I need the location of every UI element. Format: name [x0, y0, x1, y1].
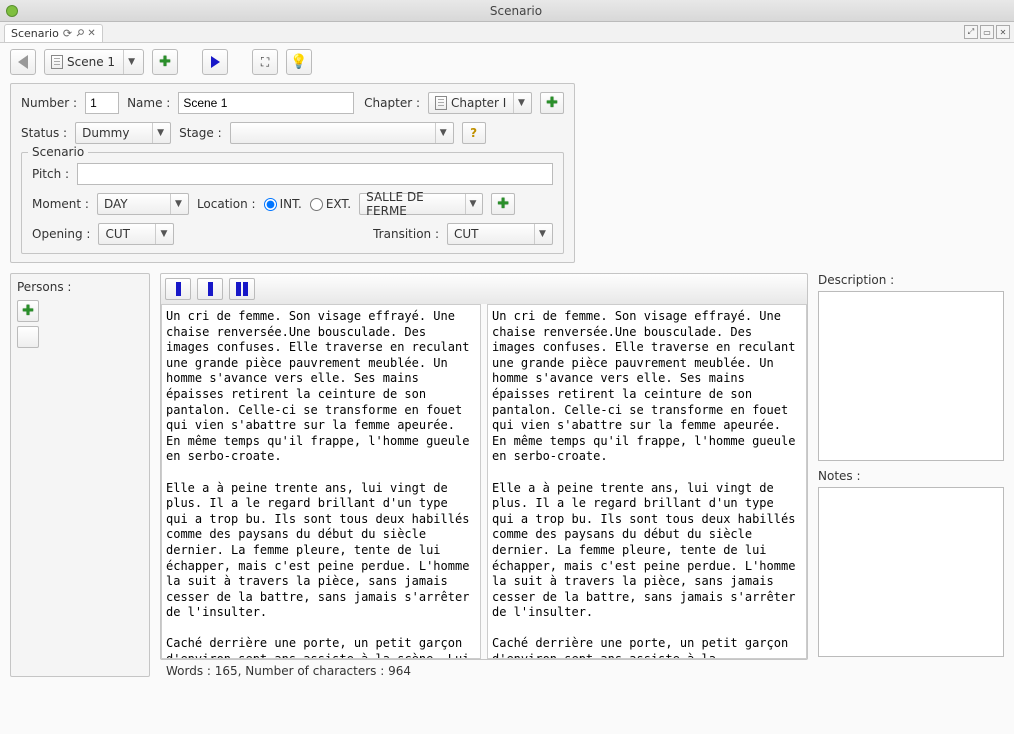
description-label: Description :: [818, 273, 1004, 287]
back-button[interactable]: [10, 49, 36, 75]
add-location-button[interactable]: ✚: [491, 193, 515, 215]
location-label: Location :: [197, 197, 256, 211]
chapter-label: Chapter :: [364, 96, 420, 110]
reload-icon[interactable]: ⟳: [63, 27, 72, 40]
scene-selector-value: Scene 1: [67, 55, 115, 69]
description-textarea[interactable]: [818, 291, 1004, 461]
main-toolbar: Scene 1 ▼ ✚ ⛶ 💡: [10, 49, 1004, 75]
fullscreen-icon: ⛶: [261, 55, 269, 70]
play-icon: [211, 56, 220, 68]
column-icon: [208, 282, 213, 296]
transition-combo[interactable]: CUT ▼: [447, 223, 553, 245]
pin-icon[interactable]: ⚲: [73, 27, 86, 40]
pitch-label: Pitch :: [32, 167, 69, 181]
editor-left-textarea[interactable]: [161, 304, 481, 659]
opening-combo[interactable]: CUT ▼: [98, 223, 174, 245]
int-label: INT.: [280, 197, 302, 211]
editor-panel: Words : 165, Number of characters : 964: [160, 273, 808, 682]
tab-bar: Scenario ⟳ ⚲ ✕ ⤢ ▭ ✕: [0, 22, 1014, 43]
close-icon[interactable]: ✕: [87, 28, 95, 39]
dropdown-icon: ▼: [155, 224, 171, 244]
document-icon: [51, 55, 63, 69]
location-combo[interactable]: SALLE DE FERME ▼: [359, 193, 483, 215]
notes-panel: Notes :: [818, 469, 1004, 657]
ext-label: EXT.: [326, 197, 351, 211]
dropdown-icon: ▼: [170, 194, 186, 214]
idea-button[interactable]: 💡: [286, 49, 312, 75]
location-int-radio[interactable]: INT.: [264, 197, 302, 211]
plus-icon: ✚: [546, 95, 558, 111]
plus-icon: ✚: [497, 196, 509, 212]
window-titlebar: Scenario: [0, 0, 1014, 22]
description-panel: Description :: [818, 273, 1004, 461]
stage-label: Stage :: [179, 126, 222, 140]
location-ext-radio[interactable]: EXT.: [310, 197, 351, 211]
chapter-combo[interactable]: Chapter I ▼: [428, 92, 532, 114]
transition-label: Transition :: [373, 227, 439, 241]
plus-icon: ✚: [159, 54, 171, 70]
document-icon: [435, 96, 447, 110]
moment-label: Moment :: [32, 197, 89, 211]
add-person-button[interactable]: ✚: [17, 300, 39, 322]
status-combo[interactable]: Dummy ▼: [75, 122, 171, 144]
transition-value: CUT: [454, 227, 479, 241]
back-arrow-icon: [18, 55, 28, 69]
column-icon: [243, 282, 248, 296]
add-chapter-button[interactable]: ✚: [540, 92, 564, 114]
opening-label: Opening :: [32, 227, 90, 241]
location-value: SALLE DE FERME: [366, 190, 465, 218]
persons-panel: Persons : ✚: [10, 273, 150, 677]
fullscreen-button[interactable]: ⛶: [252, 49, 278, 75]
window-close-button-2[interactable]: ✕: [996, 25, 1010, 39]
layout-single-button[interactable]: [165, 278, 191, 300]
window-minimize-button[interactable]: ▭: [980, 25, 994, 39]
bulb-icon: 💡: [290, 54, 307, 70]
notes-label: Notes :: [818, 469, 1004, 483]
layout-single-alt-button[interactable]: [197, 278, 223, 300]
name-label: Name :: [127, 96, 170, 110]
editor-toolbar: [160, 273, 808, 304]
scenario-legend: Scenario: [28, 145, 88, 159]
editor-stats: Words : 165, Number of characters : 964: [160, 660, 808, 682]
persons-label: Persons :: [17, 280, 143, 294]
window-title: Scenario: [24, 4, 1008, 18]
notes-textarea[interactable]: [818, 487, 1004, 657]
chapter-value: Chapter I: [451, 96, 506, 110]
dropdown-icon: ▼: [435, 123, 451, 143]
status-value: Dummy: [82, 126, 129, 140]
window-restore-button[interactable]: ⤢: [964, 25, 978, 39]
window-close-button[interactable]: [6, 5, 18, 17]
scene-selector[interactable]: Scene 1 ▼: [44, 49, 144, 75]
number-input[interactable]: [85, 92, 119, 114]
column-icon: [236, 282, 241, 296]
status-label: Status :: [21, 126, 67, 140]
scene-form-panel: Number : Name : Chapter : Chapter I ▼ ✚ …: [10, 83, 575, 263]
moment-combo[interactable]: DAY ▼: [97, 193, 189, 215]
number-label: Number :: [21, 96, 77, 110]
help-icon: ?: [470, 126, 477, 140]
layout-double-button[interactable]: [229, 278, 255, 300]
pitch-input[interactable]: [77, 163, 553, 185]
dropdown-icon: ▼: [534, 224, 550, 244]
blank-button[interactable]: [17, 326, 39, 348]
stage-help-button[interactable]: ?: [462, 122, 486, 144]
tab-title: Scenario: [11, 27, 59, 40]
scenario-fieldset: Scenario Pitch : Moment : DAY ▼ Location…: [21, 152, 564, 254]
play-button[interactable]: [202, 49, 228, 75]
tab-scenario[interactable]: Scenario ⟳ ⚲ ✕: [4, 24, 103, 42]
add-scene-button[interactable]: ✚: [152, 49, 178, 75]
dropdown-icon: ▼: [465, 194, 480, 214]
column-icon: [176, 282, 181, 296]
moment-value: DAY: [104, 197, 128, 211]
stage-combo[interactable]: ▼: [230, 122, 454, 144]
plus-icon: ✚: [22, 303, 34, 319]
dropdown-icon: ▼: [123, 50, 139, 74]
dropdown-icon: ▼: [513, 93, 529, 113]
editor-right-textarea[interactable]: [487, 304, 807, 659]
name-input[interactable]: [178, 92, 354, 114]
opening-value: CUT: [105, 227, 130, 241]
dropdown-icon: ▼: [152, 123, 168, 143]
